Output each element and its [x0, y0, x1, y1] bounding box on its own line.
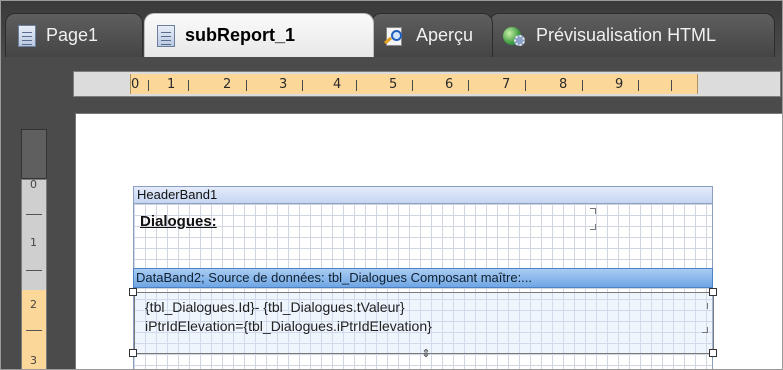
- component-corner-marker: [702, 327, 708, 333]
- ruler-tick: [148, 80, 149, 91]
- vertical-ruler-header: [21, 129, 47, 179]
- ruler-active-range: 0 1 2 3 4 5 6 7 8 9: [130, 74, 698, 94]
- ruler-tick: [246, 80, 247, 91]
- ruler-label: 9: [615, 77, 624, 92]
- ruler-tick: [26, 270, 42, 271]
- data-band-body[interactable]: {tbl_Dialogues.Id}- {tbl_Dialogues.tVale…: [129, 288, 717, 369]
- component-corner-marker: [590, 208, 596, 214]
- tab-page1[interactable]: Page1: [5, 13, 143, 57]
- ruler-label: 0: [30, 178, 37, 191]
- horizontal-ruler[interactable]: 0 1 2 3 4 5 6 7 8 9: [73, 71, 781, 97]
- ruler-tick: [356, 80, 357, 91]
- component-corner-marker: [702, 303, 708, 309]
- ruler-tick: [582, 80, 583, 91]
- component-corner-marker: [590, 224, 596, 230]
- preview-magnifier-icon: [383, 25, 406, 47]
- ruler-label: 5: [389, 77, 398, 92]
- ruler-tick: [468, 80, 469, 91]
- vertical-ruler[interactable]: 0 1 2 3: [21, 178, 47, 369]
- tab-label: subReport_1: [185, 25, 296, 45]
- ruler-active-range: 2 3: [22, 290, 46, 369]
- selection-handle[interactable]: [709, 349, 717, 357]
- ruler-tick: [671, 80, 672, 91]
- header-band-title[interactable]: HeaderBand1: [133, 186, 713, 204]
- ruler-label: 2: [30, 298, 37, 311]
- ruler-label: 3: [30, 354, 37, 367]
- data-band-title[interactable]: DataBand2; Source de données: tbl_Dialog…: [133, 268, 713, 288]
- selection-handle[interactable]: [129, 288, 137, 296]
- tab-label: Page1: [46, 25, 99, 45]
- ruler-label: 6: [445, 77, 454, 92]
- ruler-tick: [302, 80, 303, 91]
- tab-subreport-1[interactable]: subReport_1: [144, 13, 374, 57]
- ruler-label: 0: [131, 77, 140, 92]
- ruler-tick: [412, 80, 413, 91]
- tab-strip: Page1 Aperçu Prévisualisation HTML subRe…: [1, 1, 782, 57]
- tab-label: Aperçu: [416, 25, 474, 45]
- tab-html-preview[interactable]: Prévisualisation HTML: [489, 13, 775, 57]
- ruler-tick: [638, 80, 639, 91]
- ruler-tick: [188, 80, 189, 91]
- ruler-label: 1: [30, 236, 37, 249]
- header-band-body[interactable]: Dialogues:: [133, 204, 713, 268]
- ruler-label: 2: [223, 77, 232, 92]
- ruler-tick: [26, 214, 42, 215]
- document-icon: [18, 24, 36, 47]
- ruler-label: 1: [167, 77, 176, 92]
- tab-apercu[interactable]: Aperçu: [371, 13, 493, 57]
- tab-label: Prévisualisation HTML: [536, 25, 717, 45]
- ruler-label: 7: [502, 77, 511, 92]
- selection-handle[interactable]: [129, 349, 137, 357]
- ruler-tick: [525, 80, 526, 91]
- expression-line-id-value: {tbl_Dialogues.Id}- {tbl_Dialogues.tVale…: [145, 299, 405, 315]
- resize-grip-icon[interactable]: ⇕: [418, 348, 434, 360]
- document-icon: [157, 24, 175, 47]
- report-page-canvas[interactable]: HeaderBand1 Dialogues: DataBand2; Source…: [75, 113, 782, 369]
- ruler-label: 8: [559, 77, 568, 92]
- ruler-label: 3: [279, 77, 288, 92]
- selected-text-component[interactable]: {tbl_Dialogues.Id}- {tbl_Dialogues.tVale…: [134, 292, 714, 360]
- html-globe-icon: [502, 25, 526, 47]
- expression-line-elevation: iPtrIdElevation={tbl_Dialogues.iPtrIdEle…: [145, 318, 432, 334]
- dialogues-text-component[interactable]: Dialogues:: [140, 213, 217, 230]
- ruler-label: 4: [333, 77, 342, 92]
- selection-handle[interactable]: [709, 288, 717, 296]
- report-designer-window: Page1 Aperçu Prévisualisation HTML subRe…: [0, 0, 783, 370]
- ruler-tick: [26, 330, 42, 331]
